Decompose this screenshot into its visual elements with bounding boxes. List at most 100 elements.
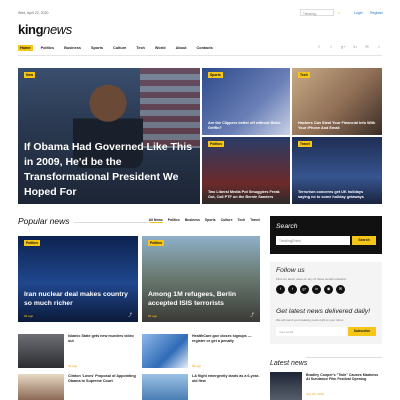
category-badge[interactable]: Politics — [24, 240, 41, 246]
subscribe-button[interactable]: Subscribe — [348, 327, 376, 336]
email-field[interactable]: Your email — [276, 327, 346, 336]
newsletter-title: Get latest news delivered daily! — [276, 308, 371, 315]
category-badge[interactable]: Politics — [148, 240, 165, 246]
latest-title: Latest news — [270, 360, 308, 367]
linkedin-icon[interactable]: in — [352, 44, 358, 50]
tab-politics[interactable]: Politics — [168, 218, 180, 223]
nav-tech[interactable]: Tech — [134, 45, 147, 51]
latest-item-title[interactable]: Bradley Cooper's "Twin" Causes Madness A… — [306, 373, 382, 382]
latest-item-date: July 29, 2019 — [306, 392, 324, 396]
hero-tile-politics[interactable]: Politics Two Liberal Media Pot Smugglers… — [202, 137, 290, 204]
current-date: Wed, April 22, 2020 — [18, 11, 49, 15]
share-icon[interactable]: ⤴ — [128, 312, 132, 318]
share-icon[interactable]: ⤴ — [250, 312, 254, 318]
follow-us-widget: Follow us Find our latest news on any of… — [270, 262, 382, 306]
register-link[interactable]: Register — [370, 11, 383, 15]
latest-thumbnail[interactable] — [270, 372, 302, 400]
latest-news-header: Latest news — [270, 352, 382, 367]
list-meta: 99 ago — [192, 364, 202, 368]
tab-tech[interactable]: Tech — [238, 218, 246, 223]
list-title[interactable]: HealthCare.gov closes signups — register… — [192, 334, 260, 343]
main-nav: Home Politics Business Sports Culture Te… — [18, 42, 382, 56]
facebook-icon[interactable]: f — [316, 44, 322, 50]
hero-tile-title[interactable]: Terrorism concerns get UK holidays sayin… — [298, 190, 376, 200]
popular-card[interactable]: Politics Iran nuclear deal makes country… — [18, 236, 138, 322]
mail-icon[interactable]: ✉ — [364, 44, 370, 50]
hero-tile-title[interactable]: Are the Clippers better off without Blak… — [208, 121, 284, 131]
search-button[interactable]: Search — [352, 236, 376, 245]
card-meta: 99 ago — [148, 314, 158, 318]
nav-culture[interactable]: Culture — [111, 45, 128, 51]
follow-icons: f t g+ in ◉ ✉ — [276, 285, 348, 294]
nav-business[interactable]: Business — [62, 45, 83, 51]
list-title[interactable]: Islamic State gets new murders video out — [68, 334, 138, 343]
site-logo[interactable]: kingnews — [18, 22, 72, 37]
category-badge[interactable]: Tech — [298, 72, 310, 78]
list-item[interactable]: HealthCare.gov closes signups — register… — [142, 334, 260, 370]
trending-search-field[interactable]: Trending... — [300, 9, 334, 16]
twitter-icon[interactable]: t — [288, 285, 297, 294]
hero-main-story[interactable]: New If Obama Had Governed Like This in 2… — [18, 68, 200, 204]
category-badge[interactable]: Travel — [298, 141, 312, 147]
hero-tile-travel[interactable]: Travel Terrorism concerns get UK holiday… — [292, 137, 382, 204]
tab-sports[interactable]: Sports — [205, 218, 216, 223]
nav-politics[interactable]: Politics — [39, 45, 57, 51]
section-title: Popular news — [18, 216, 70, 226]
hero-tile-title[interactable]: Two Liberal Media Pot Smugglers Freak Ou… — [208, 190, 284, 200]
mail-icon[interactable]: ✉ — [336, 285, 345, 294]
linkedin-icon[interactable]: in — [312, 285, 321, 294]
nav-sports[interactable]: Sports — [89, 45, 105, 51]
category-badge[interactable]: New — [24, 72, 35, 78]
hero-tile-title[interactable]: Hackers Can Steal Your Financial Info Wi… — [298, 121, 376, 131]
hero-main-title[interactable]: If Obama Had Governed Like This in 2009,… — [24, 140, 194, 200]
follow-desc: Find our latest news on any of these soc… — [276, 277, 347, 281]
latest-news-item[interactable]: Bradley Cooper's "Twin" Causes Madness A… — [270, 372, 382, 400]
list-thumbnail[interactable] — [142, 334, 188, 368]
tab-culture[interactable]: Culture — [221, 218, 233, 223]
popular-tabs: All News Politics Business Sports Cultur… — [144, 218, 260, 223]
google-plus-icon[interactable]: g+ — [340, 44, 346, 50]
nav-contacts[interactable]: Contacts — [195, 45, 215, 51]
list-item[interactable]: Clinton 'Loves' Proposal of Appointing O… — [18, 374, 138, 400]
hero-tile-sports[interactable]: Sports Are the Clippers better off witho… — [202, 68, 290, 135]
list-title[interactable]: Clinton 'Loves' Proposal of Appointing O… — [68, 374, 138, 383]
follow-title: Follow us — [276, 267, 305, 274]
list-title[interactable]: LA flight emergently lands as a 6-year-o… — [192, 374, 260, 383]
list-thumbnail[interactable] — [142, 374, 188, 400]
card-title[interactable]: Among 1M refugees, Berlin accepted ISIS … — [148, 291, 254, 308]
google-plus-icon[interactable]: g+ — [300, 285, 309, 294]
top-bar: Wed, April 22, 2020 Trending... ⌕ Login … — [0, 8, 400, 18]
newsletter-desc: We will send you breaking news right to … — [276, 318, 344, 322]
sidebar-search-input[interactable]: Trending(Enter) — [276, 236, 350, 245]
nav-about[interactable]: About — [174, 45, 189, 51]
list-thumbnail[interactable] — [18, 334, 64, 368]
instagram-icon[interactable]: ◉ — [324, 285, 333, 294]
hero-tile-tech[interactable]: Tech Hackers Can Steal Your Financial In… — [292, 68, 382, 135]
hero-image-flag — [140, 68, 200, 148]
tab-all-news[interactable]: All News — [148, 218, 163, 223]
tab-travel[interactable]: Travel — [250, 218, 260, 223]
divider — [74, 222, 148, 223]
nav-home[interactable]: Home — [18, 45, 33, 51]
nav-items: Home Politics Business Sports Culture Te… — [18, 45, 221, 51]
category-badge[interactable]: Politics — [208, 141, 225, 147]
logo-part-1: king — [18, 22, 44, 37]
card-meta: 99 ago — [24, 314, 34, 318]
card-title[interactable]: Iran nuclear deal makes country so much … — [24, 291, 132, 308]
tab-business[interactable]: Business — [185, 218, 200, 223]
search-icon[interactable]: ⌕ — [338, 10, 340, 15]
search-title: Search — [276, 223, 298, 230]
nav-world[interactable]: World — [153, 45, 168, 51]
facebook-icon[interactable]: f — [276, 285, 285, 294]
sidebar-search: Search Trending(Enter) Search — [270, 216, 382, 254]
list-item[interactable]: Islamic State gets new murders video out… — [18, 334, 138, 370]
list-thumbnail[interactable] — [18, 374, 64, 400]
list-meta: 99 ago — [68, 364, 78, 368]
category-badge[interactable]: Sports — [208, 72, 223, 78]
list-item[interactable]: LA flight emergently lands as a 6-year-o… — [142, 374, 260, 400]
home-icon[interactable]: ⌂ — [376, 44, 382, 50]
popular-card[interactable]: Politics Among 1M refugees, Berlin accep… — [142, 236, 260, 322]
nav-social-icons: f t g+ in ✉ ⌂ — [310, 44, 382, 50]
twitter-icon[interactable]: t — [328, 44, 334, 50]
login-link[interactable]: Login — [354, 11, 363, 15]
